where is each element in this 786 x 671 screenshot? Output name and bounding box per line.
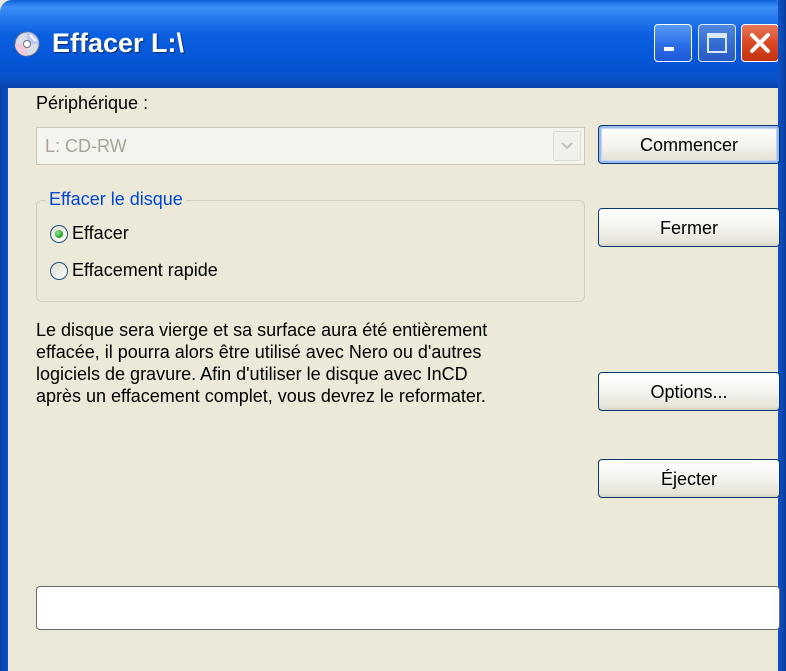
options-button[interactable]: Options... <box>598 372 780 411</box>
radio-erase[interactable] <box>50 225 68 243</box>
minimize-icon <box>664 47 674 51</box>
close-icon <box>750 33 770 53</box>
title-bar[interactable]: Effacer L:\ <box>0 0 786 88</box>
minimize-button[interactable] <box>654 24 692 62</box>
device-combobox-value: L: CD-RW <box>45 136 127 156</box>
erase-group-title: Effacer le disque <box>46 189 186 210</box>
progress-bar <box>36 586 780 630</box>
radio-quick-erase-label[interactable]: Effacement rapide <box>72 260 218 281</box>
erase-groupbox <box>36 200 585 302</box>
radio-selected-dot <box>55 230 63 238</box>
device-label: Périphérique : <box>36 93 149 113</box>
close-dialog-button[interactable]: Fermer <box>598 208 780 247</box>
description-line: après un effacement complet, vous devrez… <box>36 386 486 406</box>
device-combobox[interactable]: L: CD-RW <box>36 127 585 165</box>
erase-description: Le disque sera vierge et sa surface aura… <box>36 319 581 407</box>
window-title: Effacer L:\ <box>52 28 185 58</box>
start-button[interactable]: Commencer <box>598 125 780 164</box>
description-line: effacée, il pourra alors être utilisé av… <box>36 342 482 362</box>
cd-disc-icon <box>14 31 40 57</box>
close-button[interactable] <box>741 24 779 62</box>
chevron-down-icon <box>561 142 573 150</box>
description-line: Le disque sera vierge et sa surface aura… <box>36 320 488 340</box>
erase-dialog: Effacer L:\ Périphérique : L: CD-RW Comm… <box>0 0 786 671</box>
description-line: logiciels de gravure. Afin d'utiliser le… <box>36 364 468 384</box>
dropdown-button[interactable] <box>553 131 581 161</box>
window-border-right <box>778 0 786 671</box>
window-border-left <box>0 88 8 671</box>
radio-quick-erase[interactable] <box>50 262 68 280</box>
eject-button[interactable]: Éjecter <box>598 459 780 498</box>
maximize-button[interactable] <box>698 24 736 62</box>
radio-erase-label[interactable]: Effacer <box>72 223 129 244</box>
maximize-icon <box>707 33 727 53</box>
